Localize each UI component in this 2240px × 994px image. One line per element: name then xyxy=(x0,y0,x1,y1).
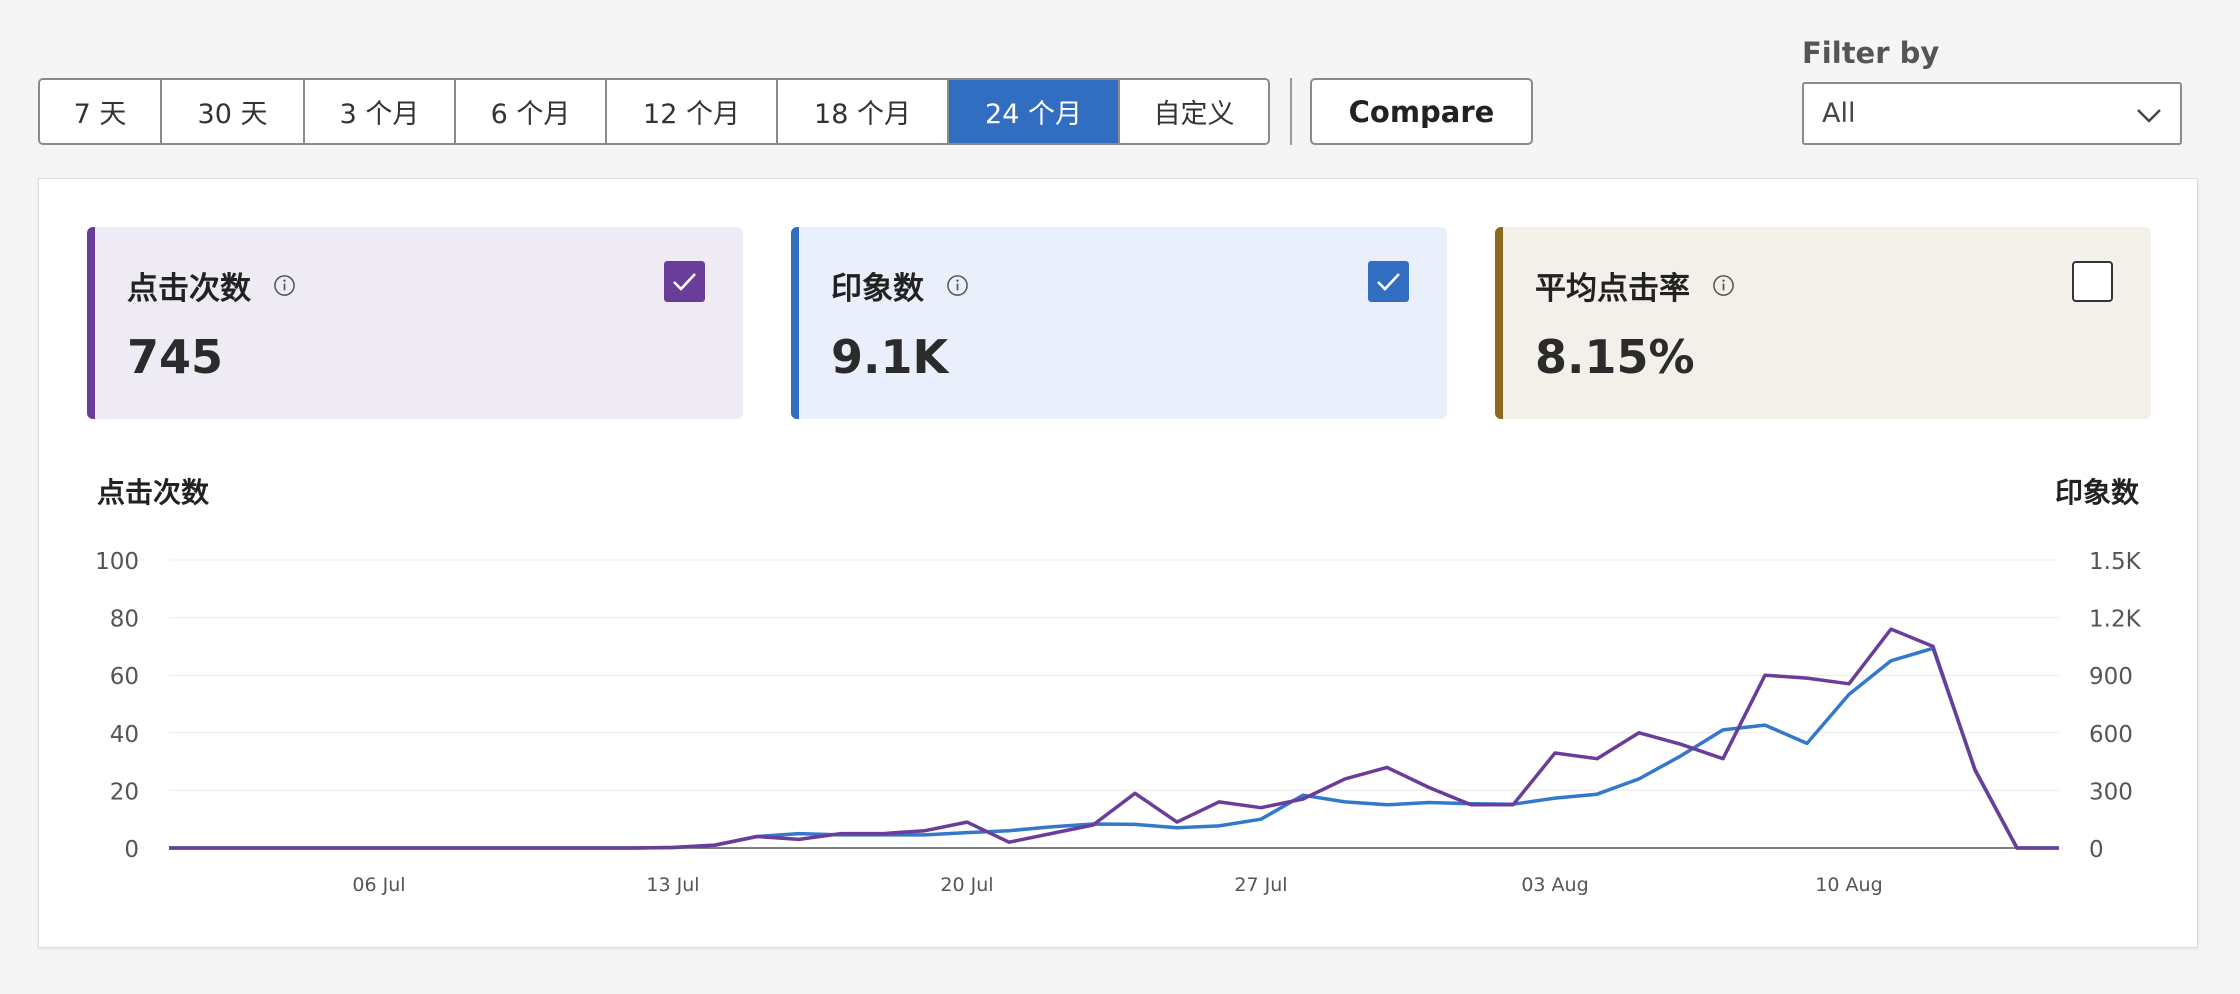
x-tick-label: 10 Aug xyxy=(1815,874,1882,896)
range-button-2[interactable]: 3 个月 xyxy=(305,80,456,143)
y-right-tick-label: 600 xyxy=(2089,722,2133,748)
series-line-impressions xyxy=(169,646,2059,850)
range-button-4[interactable]: 12 个月 xyxy=(607,80,778,143)
range-button-5[interactable]: 18 个月 xyxy=(778,80,949,143)
y-left-tick-label: 60 xyxy=(110,664,139,690)
y-right-tick-label: 1.5K xyxy=(2089,549,2142,575)
y-left-tick-label: 20 xyxy=(110,779,139,805)
chevron-down-icon xyxy=(2137,109,2161,123)
y-right-tick-label: 1.2K xyxy=(2089,607,2142,633)
series-line-clicks xyxy=(169,627,2059,850)
x-tick-label: 13 Jul xyxy=(646,874,699,896)
x-tick-label: 20 Jul xyxy=(940,874,993,896)
y-left-tick-label: 80 xyxy=(110,607,139,633)
toolbar-separator xyxy=(1290,78,1292,145)
range-button-6[interactable]: 24 个月 xyxy=(949,80,1120,143)
y-right-tick-label: 0 xyxy=(2089,837,2104,863)
range-button-0[interactable]: 7 天 xyxy=(40,80,162,143)
y-left-tick-label: 100 xyxy=(95,549,139,575)
y-left-tick-label: 0 xyxy=(124,837,139,863)
range-button-7[interactable]: 自定义 xyxy=(1120,80,1268,143)
range-button-3[interactable]: 6 个月 xyxy=(456,80,607,143)
y-left-tick-label: 40 xyxy=(110,722,139,748)
range-button-1[interactable]: 30 天 xyxy=(162,80,305,143)
filter-label: Filter by xyxy=(1802,36,1940,70)
filter-selected-value: All xyxy=(1822,98,1856,129)
performance-chart: 0 20 40 60 80 100 0 300 600 900 1.2K 1.5K 06 Jul 13 J… xyxy=(95,549,2142,896)
x-tick-label: 06 Jul xyxy=(352,874,405,896)
y-right-tick-label: 300 xyxy=(2089,779,2133,805)
filter-dropdown[interactable]: All xyxy=(1802,82,2182,145)
y-right-tick-label: 900 xyxy=(2089,664,2133,690)
performance-panel: 点击次数 745 印象数 9.1K 平均点击率 8.15% 点击次数 印象数 0 20 40 6… xyxy=(38,178,2198,948)
x-tick-label: 27 Jul xyxy=(1234,874,1287,896)
x-tick-label: 03 Aug xyxy=(1521,874,1588,896)
compare-button[interactable]: Compare xyxy=(1310,78,1533,145)
date-range-group: 7 天 30 天3 个月 6 个月 12 个月 18 个月 24 个月 自定义 xyxy=(38,78,1270,145)
